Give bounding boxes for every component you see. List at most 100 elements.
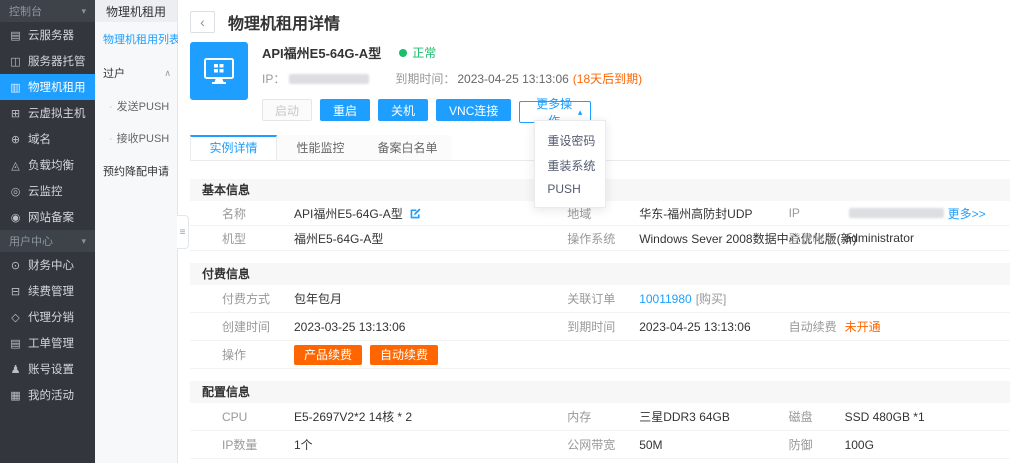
windows-monitor-icon (190, 42, 248, 100)
console-label: 控制台 (9, 3, 42, 19)
finance-icon: ⊙ (9, 259, 22, 272)
menu-item-reset-password[interactable]: 重设密码 (535, 128, 605, 153)
nav-label: 接收PUSH (117, 133, 170, 145)
field-label: 付费方式 (222, 290, 294, 307)
table-row: 操作 产品续费 自动续费 (190, 341, 1010, 369)
field-label: IP数量 (222, 436, 294, 453)
sidebar-item-virtual-host[interactable]: ⊞ 云虚拟主机 (0, 100, 95, 126)
edit-icon[interactable] (409, 207, 422, 220)
field-label: 公网带宽 (567, 436, 639, 453)
sidebar-item-physical-machine[interactable]: ▥ 物理机租用 (0, 74, 95, 100)
start-button[interactable]: 启动 (262, 99, 312, 121)
nav-send-push[interactable]: ·发送PUSH (95, 90, 177, 122)
back-button[interactable]: ‹ (190, 11, 215, 33)
pay-method-value: 包年包月 (294, 290, 342, 307)
sidebar-item-server-hosting[interactable]: ◫ 服务器托管 (0, 48, 95, 74)
renewal-icon: ⊟ (9, 285, 22, 298)
secondary-sidebar-title: 物理机租用 (95, 0, 177, 22)
nav-label: 发送PUSH (117, 101, 170, 113)
sidebar-item-agent-distribution[interactable]: ◇ 代理分销 (0, 304, 95, 330)
field-label: 机型 (222, 230, 294, 247)
tab-performance-monitor[interactable]: 性能监控 (277, 135, 364, 160)
sidebar-item-ticket-management[interactable]: ▤ 工单管理 (0, 330, 95, 356)
nav-physical-machine-list[interactable]: 物理机租用列表 (95, 22, 177, 56)
field-label: 防御 (789, 436, 845, 453)
sidebar-item-label: 域名 (28, 131, 51, 147)
activity-icon: ▦ (9, 389, 22, 402)
menu-item-reinstall-system[interactable]: 重装系统 (535, 153, 605, 178)
table-row: 付费方式 包年包月 关联订单 10011980 [购买] (190, 285, 1010, 313)
expire-value: 2023-04-25 13:13:06 (457, 72, 568, 86)
sidebar-item-account-settings[interactable]: ♟ 账号设置 (0, 356, 95, 382)
status-text: 正常 (412, 44, 436, 61)
nav-transfer-group[interactable]: 过户 ∧ (95, 56, 177, 90)
ticket-icon: ▤ (9, 337, 22, 350)
agent-icon: ◇ (9, 311, 22, 324)
sidebar-item-domain[interactable]: ⊕ 域名 (0, 126, 95, 152)
sidebar-item-label: 网站备案 (28, 209, 74, 225)
chevron-down-icon: ▾ (81, 236, 86, 247)
status-dot-icon (399, 49, 407, 57)
page-title: 物理机租用详情 (228, 10, 340, 34)
redacted-ip (849, 208, 944, 218)
page-header: ‹ 物理机租用详情 (190, 8, 1010, 36)
order-suffix: [购买] (696, 290, 727, 307)
sidebar-item-my-activities[interactable]: ▦ 我的活动 (0, 382, 95, 408)
instance-name-value: API福州E5-64G-A型 (294, 205, 403, 222)
sidebar-item-cloud-server[interactable]: ▤ 云服务器 (0, 22, 95, 48)
memory-value: 三星DDR3 64GB (639, 408, 730, 425)
chevron-up-icon: ▴ (578, 107, 583, 118)
sidebar-item-finance-center[interactable]: ⊙ 财务中心 (0, 252, 95, 278)
region-value: 华东-福州高防封UDP (639, 205, 752, 222)
sidebar-item-label: 代理分销 (28, 309, 74, 325)
field-label: 到期时间 (567, 318, 639, 335)
nav-receive-push[interactable]: ·接收PUSH (95, 122, 177, 154)
ip-count-value: 1个 (294, 436, 313, 453)
sidebar-collapse-handle[interactable]: ≡ (177, 215, 189, 249)
auto-renew-button[interactable]: 自动续费 (370, 345, 438, 365)
section-title: 配置信息 (190, 381, 1010, 403)
website-filing-icon: ◉ (9, 211, 22, 224)
table-row: 机型 福州E5-64G-A型 操作系统 Windows Sever 2008数据… (190, 226, 1010, 251)
sidebar-item-label: 续费管理 (28, 283, 74, 299)
ip-more-link[interactable]: 更多>> (948, 205, 986, 222)
sidebar-item-cloud-monitor[interactable]: ◎ 云监控 (0, 178, 95, 204)
app-root: 控制台 ▾ ▤ 云服务器 ◫ 服务器托管 ▥ 物理机租用 ⊞ 云虚拟主机 ⊕ 域… (0, 0, 1024, 463)
field-label: 创建时间 (222, 318, 294, 335)
user-center-switcher[interactable]: 用户中心 ▾ (0, 230, 95, 252)
instance-name: API福州E5-64G-A型 (262, 43, 381, 62)
cpu-value: E5-2697V2*2 14核 * 2 (294, 408, 412, 425)
transfer-label: 过户 (103, 65, 125, 81)
sidebar-item-website-filing[interactable]: ◉ 网站备案 (0, 204, 95, 230)
more-actions-wrap: 更多操作 ▴ 重设密码 重装系统 PUSH (519, 97, 591, 123)
sidebar-item-label: 物理机租用 (28, 79, 86, 95)
order-link[interactable]: 10011980 (639, 292, 692, 306)
virtual-host-icon: ⊞ (9, 107, 22, 120)
instance-actions: 启动 重启 关机 VNC连接 更多操作 ▴ 重设密码 重装系统 PUSH (262, 97, 642, 123)
section-config-info: 配置信息 CPU E5-2697V2*2 14核 * 2 内存 三星DDR3 6… (190, 381, 1010, 463)
sidebar-item-load-balancer[interactable]: ◬ 负载均衡 (0, 152, 95, 178)
field-label: 操作系统 (567, 230, 639, 247)
sidebar-item-label: 云监控 (28, 183, 63, 199)
redacted-ip (289, 74, 369, 84)
console-switcher[interactable]: 控制台 ▾ (0, 0, 95, 22)
nav-downgrade-apply[interactable]: 预约降配申请 (95, 154, 177, 188)
instance-info: API福州E5-64G-A型 正常 IP： 到期时间： 2023-04-25 1… (262, 42, 642, 123)
tab-instance-detail[interactable]: 实例详情 (190, 135, 277, 160)
field-label: 登录帐号 (789, 230, 845, 247)
field-label: 内存 (567, 408, 639, 425)
sidebar-item-label: 服务器托管 (28, 53, 86, 69)
sidebar-item-renewal-management[interactable]: ⊟ 续费管理 (0, 278, 95, 304)
restart-button[interactable]: 重启 (320, 99, 370, 121)
product-renew-button[interactable]: 产品续费 (294, 345, 362, 365)
section-title: 付费信息 (190, 263, 1010, 285)
vnc-connect-button[interactable]: VNC连接 (436, 99, 511, 121)
sidebar-item-label: 云服务器 (28, 27, 74, 43)
sidebar-item-label: 云虚拟主机 (28, 105, 86, 121)
menu-item-push[interactable]: PUSH (535, 178, 605, 200)
tab-filing-whitelist[interactable]: 备案白名单 (364, 135, 451, 160)
account-icon: ♟ (9, 363, 22, 376)
model-value: 福州E5-64G-A型 (294, 230, 383, 247)
physical-machine-icon: ▥ (9, 81, 22, 94)
shutdown-button[interactable]: 关机 (378, 99, 428, 121)
